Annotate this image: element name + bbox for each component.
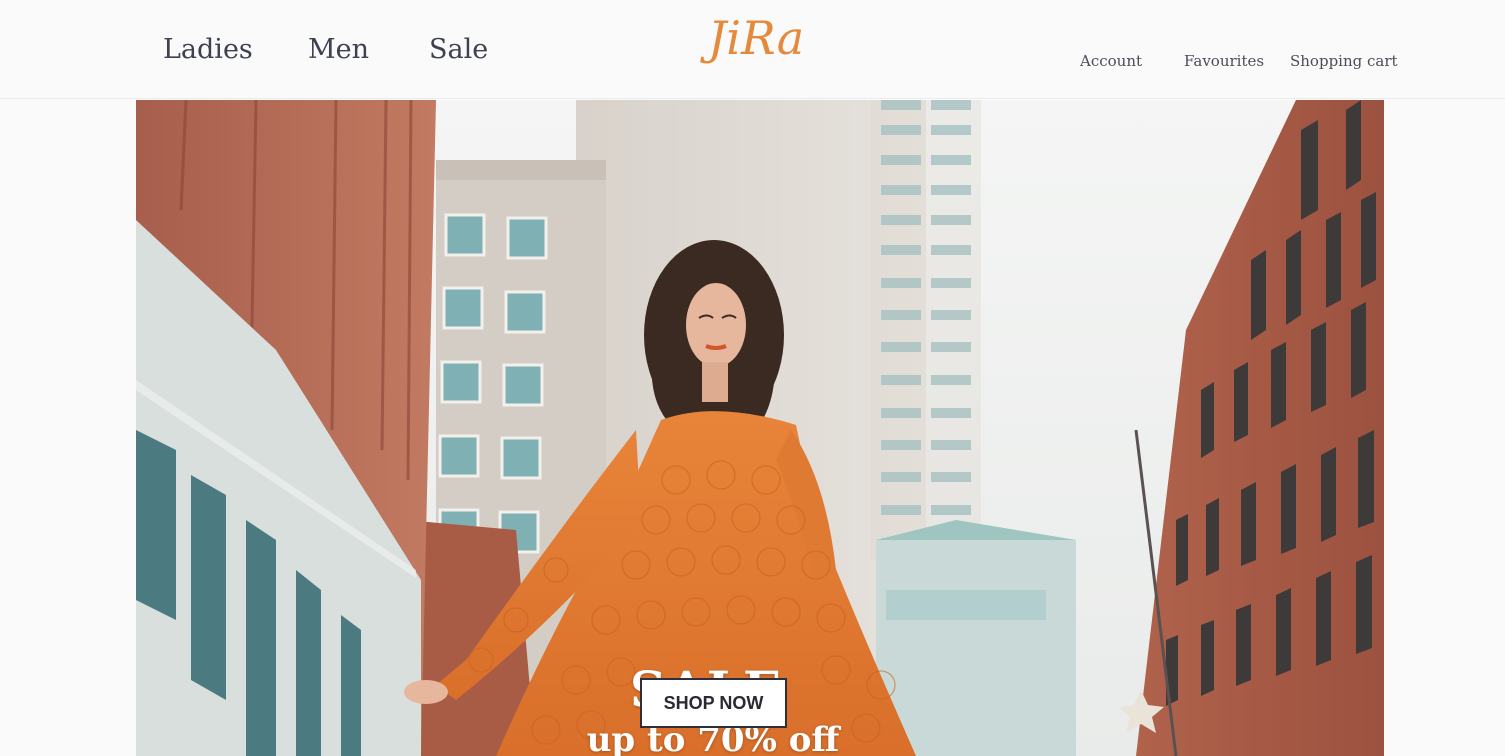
hero-photo (136, 100, 1384, 756)
nav-link-shopping-cart[interactable]: Shopping cart (1290, 52, 1398, 70)
nav-link-favourites[interactable]: Favourites (1184, 52, 1264, 70)
site-header: Ladies Men Sale JiRa Account Favourites … (0, 0, 1505, 99)
nav-link-ladies[interactable]: Ladies (163, 34, 253, 65)
logo-text: JiRa (700, 11, 804, 65)
brand-logo[interactable]: JiRa (690, 10, 822, 72)
nav-link-account[interactable]: Account (1080, 52, 1142, 70)
shop-now-button[interactable]: SHOP NOW (640, 678, 787, 728)
nav-link-men[interactable]: Men (308, 34, 369, 65)
logo-wordmark: JiRa (700, 11, 804, 65)
nav-link-sale[interactable]: Sale (429, 34, 488, 65)
hero-banner: SALE up to 70% off (136, 100, 1384, 756)
